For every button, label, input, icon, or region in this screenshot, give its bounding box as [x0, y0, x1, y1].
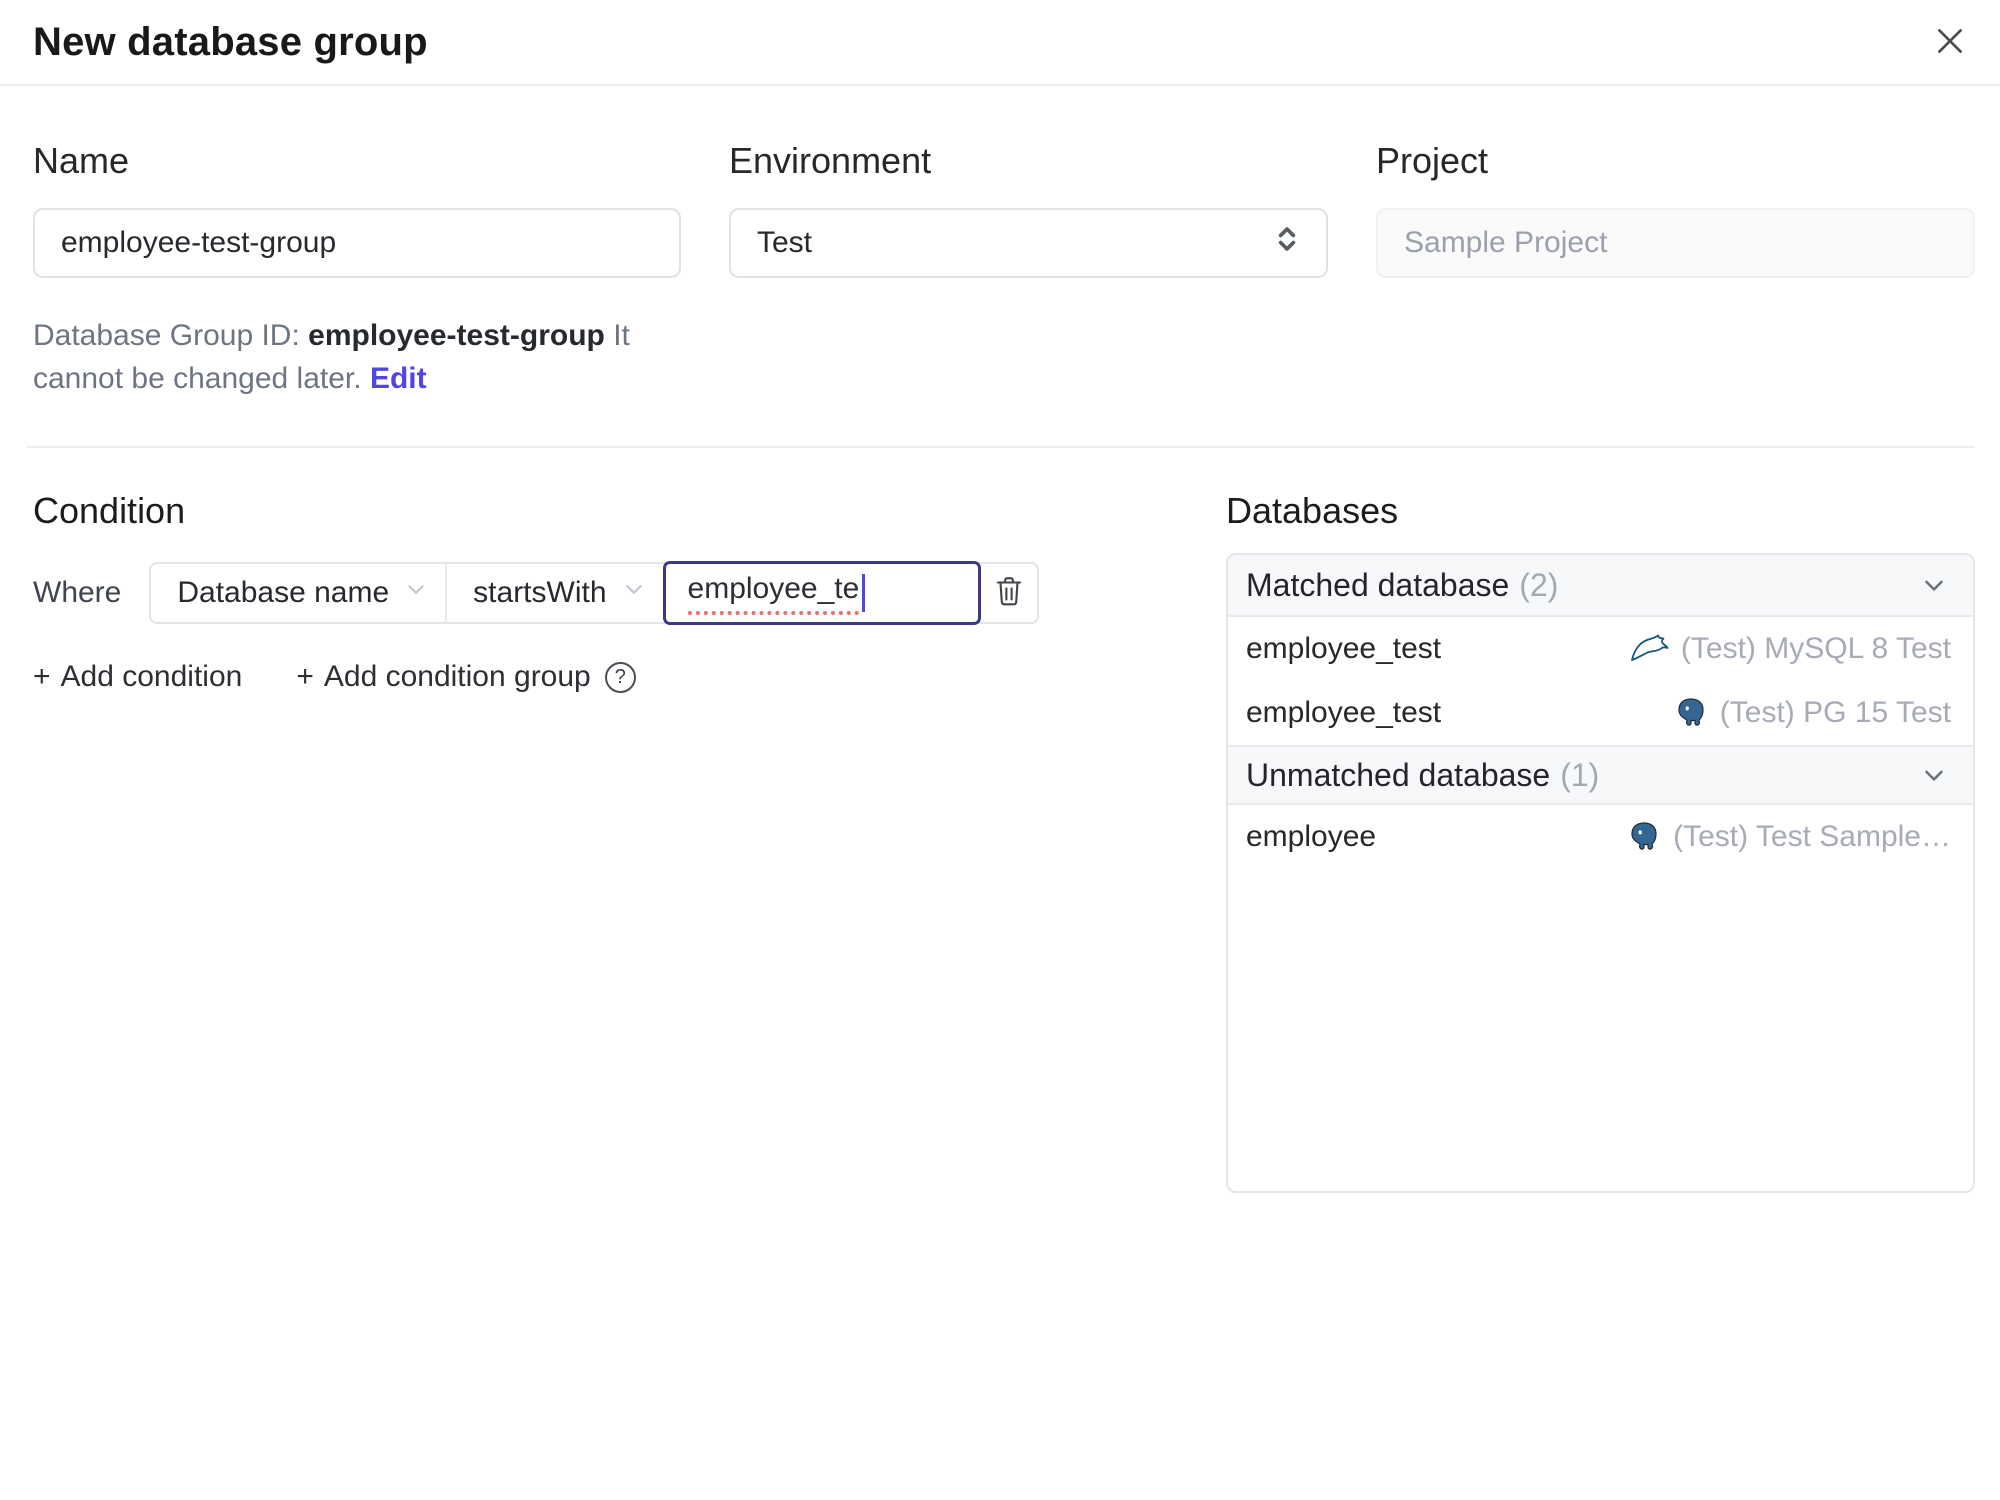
database-name: employee_test: [1246, 632, 1442, 665]
project-label: Project: [1376, 140, 1489, 181]
postgresql-icon: [1627, 820, 1661, 854]
mysql-icon: [1629, 633, 1669, 665]
database-name: employee: [1246, 820, 1377, 853]
chevron-down-icon: [403, 576, 429, 610]
database-name: employee_test: [1246, 696, 1442, 729]
unmatched-database-header[interactable]: Unmatched database (1): [1228, 745, 1973, 805]
main-area: Condition Where Database name startsWith: [0, 448, 2000, 1193]
chevron-down-icon: [1919, 570, 1949, 600]
databases-panel: Matched database (2) employee_test (Test…: [1226, 553, 1975, 1193]
edit-id-link[interactable]: Edit: [370, 362, 427, 395]
text-caret: [862, 574, 866, 612]
condition-factor-select[interactable]: Database name: [151, 564, 445, 622]
unmatched-database-title: Unmatched database: [1246, 756, 1551, 793]
condition-section: Condition Where Database name startsWith: [33, 448, 1193, 1193]
project-input-value: Sample Project: [1404, 226, 1608, 259]
close-icon: [1931, 22, 1969, 63]
instance-label: (Test) Test Sample…: [1673, 820, 1951, 853]
instance-label: (Test) MySQL 8 Test: [1680, 632, 1951, 665]
add-condition-group-label: Add condition group: [323, 660, 591, 693]
condition-row: Where Database name startsWith employee_…: [33, 561, 1193, 625]
matched-database-title: Matched database: [1246, 566, 1510, 603]
add-condition-group-button[interactable]: + Add condition group ?: [296, 660, 636, 694]
select-updown-icon: [1270, 222, 1304, 264]
add-condition-button[interactable]: + Add condition: [33, 660, 242, 694]
condition-value-input[interactable]: employee_te: [662, 561, 981, 625]
chevron-down-icon: [621, 576, 647, 610]
database-instance: (Test) MySQL 8 Test: [1629, 632, 1951, 666]
condition-heading: Condition: [33, 490, 186, 531]
dialog-header: New database group: [0, 0, 2000, 86]
add-condition-label: Add condition: [60, 660, 243, 693]
close-button[interactable]: [1922, 14, 1978, 70]
environment-label: Environment: [729, 140, 932, 181]
environment-select[interactable]: Test: [729, 208, 1328, 278]
help-icon[interactable]: ?: [604, 661, 636, 693]
condition-operator-select[interactable]: startsWith: [445, 564, 662, 622]
trash-icon: [993, 574, 1025, 613]
postgresql-icon: [1674, 696, 1708, 730]
database-group-id-note: Database Group ID: employee-test-group I…: [33, 314, 681, 400]
where-label: Where: [33, 576, 122, 609]
database-instance: (Test) PG 15 Test: [1674, 696, 1951, 730]
matched-database-header[interactable]: Matched database (2): [1228, 555, 1973, 617]
dialog-title: New database group: [33, 19, 428, 64]
project-input: Sample Project: [1376, 208, 1975, 278]
environment-field-group: Environment Test: [729, 140, 1328, 400]
condition-actions: + Add condition + Add condition group ?: [33, 660, 1193, 694]
database-row[interactable]: employee_test (Test) MySQL 8 Test: [1228, 617, 1973, 681]
condition-operator-value: startsWith: [473, 576, 607, 609]
name-label: Name: [33, 140, 130, 181]
instance-label: (Test) PG 15 Test: [1719, 696, 1951, 729]
project-field-group: Project Sample Project: [1376, 140, 1975, 400]
condition-expression-group: Database name startsWith employee_te: [149, 561, 1039, 625]
database-row[interactable]: employee (Test) Test Sample…: [1228, 805, 1973, 869]
database-instance: (Test) Test Sample…: [1627, 820, 1951, 854]
plus-icon: +: [33, 660, 51, 693]
name-field-group: Name employee-test-group Database Group …: [33, 140, 681, 400]
id-note-prefix: Database Group ID:: [33, 319, 300, 352]
matched-database-count: (2): [1519, 566, 1559, 603]
id-note-value: employee-test-group: [308, 319, 605, 352]
databases-heading: Databases: [1226, 490, 1399, 531]
condition-value-text: employee_te: [687, 572, 860, 615]
databases-section: Databases Matched database (2) employee_…: [1226, 448, 1975, 1193]
database-row[interactable]: employee_test (Test) PG 15 Test: [1228, 681, 1973, 745]
name-input[interactable]: employee-test-group: [33, 208, 681, 278]
plus-icon: +: [296, 660, 314, 693]
delete-condition-button[interactable]: [981, 564, 1037, 622]
unmatched-database-count: (1): [1560, 756, 1600, 793]
top-form: Name employee-test-group Database Group …: [0, 86, 2000, 400]
condition-factor-value: Database name: [177, 576, 390, 609]
name-input-value: employee-test-group: [61, 226, 337, 259]
environment-select-value: Test: [757, 226, 813, 259]
chevron-down-icon: [1919, 760, 1949, 790]
